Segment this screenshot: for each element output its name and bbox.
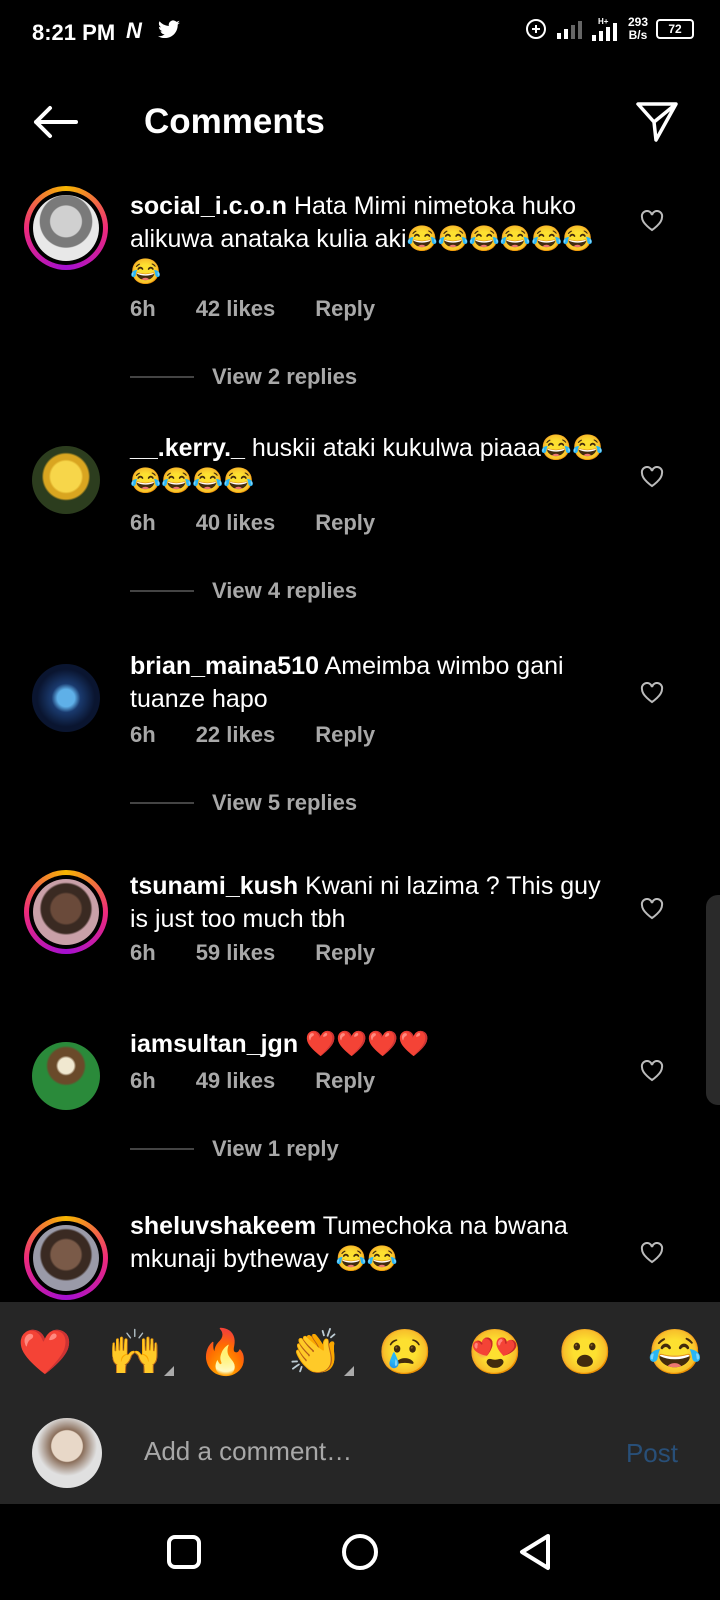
- home-circle-icon[interactable]: [340, 1532, 380, 1572]
- heart-outline-icon[interactable]: [640, 1060, 664, 1082]
- system-nav-bar: [0, 1504, 720, 1600]
- netflix-icon: N: [126, 18, 142, 43]
- comment-text: brian_maina510 Ameimba wimbo gani tuanze…: [130, 650, 620, 716]
- view-replies-label: View 1 reply: [212, 1136, 339, 1161]
- heart-outline-icon[interactable]: [640, 210, 664, 232]
- status-bar: 8:21 PM N H+ 293 B/s 72: [0, 0, 720, 64]
- avatar[interactable]: [24, 1216, 108, 1300]
- reaction-heart[interactable]: ❤️: [18, 1326, 73, 1378]
- username[interactable]: tsunami_kush: [130, 872, 298, 900]
- username[interactable]: __.kerry._: [130, 434, 245, 462]
- recents-square-icon[interactable]: [166, 1534, 202, 1570]
- timestamp: 6h: [130, 940, 156, 965]
- view-replies-button[interactable]: View 4 replies: [130, 578, 357, 604]
- comment-meta: 6h 42 likes Reply: [130, 296, 375, 322]
- username[interactable]: iamsultan_jgn: [130, 1030, 298, 1058]
- heart-outline-icon[interactable]: [640, 898, 664, 920]
- reply-button[interactable]: Reply: [315, 722, 375, 748]
- divider: [130, 1148, 194, 1150]
- view-replies-label: View 4 replies: [212, 578, 358, 603]
- username[interactable]: social_i.c.o.n: [130, 192, 287, 220]
- view-replies-button[interactable]: View 2 replies: [130, 364, 357, 390]
- twitter-icon: [158, 20, 180, 39]
- signal-icon: [556, 21, 582, 39]
- divider: [130, 376, 194, 378]
- avatar[interactable]: [24, 1034, 108, 1118]
- view-replies-label: View 5 replies: [212, 790, 358, 815]
- like-count[interactable]: 49 likes: [196, 1068, 276, 1094]
- like-count[interactable]: 40 likes: [196, 510, 276, 536]
- comment-meta: 6h 22 likes Reply: [130, 722, 375, 748]
- username[interactable]: brian_maina510: [130, 652, 319, 680]
- emoji-reaction-bar: ❤️ 🙌 🔥 👏 😢 😍 😮 😂: [0, 1302, 720, 1402]
- avatar: [32, 1418, 102, 1488]
- heart-outline-icon[interactable]: [640, 466, 664, 488]
- like-count[interactable]: 59 likes: [196, 940, 276, 966]
- reaction-clap[interactable]: 👏: [288, 1326, 355, 1378]
- divider: [130, 590, 194, 592]
- comment-meta: 6h 40 likes Reply: [130, 510, 375, 536]
- page-title: Comments: [144, 102, 325, 141]
- comment-meta: 6h 59 likes Reply: [130, 940, 375, 966]
- status-icons: H+ 293 B/s 72: [524, 16, 694, 42]
- reaction-raising-hands[interactable]: 🙌: [108, 1326, 175, 1378]
- battery-icon: 72: [656, 19, 694, 39]
- reply-button[interactable]: Reply: [315, 940, 375, 966]
- avatar[interactable]: [24, 656, 108, 740]
- post-button[interactable]: Post: [626, 1438, 678, 1469]
- clock: 8:21 PM: [32, 20, 116, 45]
- like-count[interactable]: 22 likes: [196, 722, 276, 748]
- arrow-left-icon[interactable]: [30, 102, 80, 142]
- timestamp: 6h: [130, 296, 156, 321]
- avatar[interactable]: [24, 186, 108, 270]
- paper-plane-icon[interactable]: [634, 98, 680, 144]
- view-replies-button[interactable]: View 1 reply: [130, 1136, 339, 1162]
- back-triangle-icon[interactable]: [516, 1532, 556, 1572]
- comment-text: __.kerry._ huskii ataki kukulwa piaaa😂😂😂…: [130, 432, 620, 498]
- view-replies-label: View 2 replies: [212, 364, 358, 389]
- view-replies-button[interactable]: View 5 replies: [130, 790, 357, 816]
- heart-outline-icon[interactable]: [640, 1242, 664, 1264]
- comment-text: social_i.c.o.n Hata Mimi nimetoka huko a…: [130, 190, 620, 289]
- svg-text:H+: H+: [598, 17, 609, 26]
- reaction-surprised[interactable]: 😮: [558, 1326, 613, 1378]
- reaction-heart-eyes[interactable]: 😍: [468, 1326, 523, 1378]
- data-saver-icon: [525, 19, 546, 39]
- timestamp: 6h: [130, 1068, 156, 1093]
- reply-button[interactable]: Reply: [315, 296, 375, 322]
- comment-composer: Add a comment… Post: [0, 1402, 720, 1504]
- like-count[interactable]: 42 likes: [196, 296, 276, 322]
- comment-text: iamsultan_jgn ❤️❤️❤️❤️: [130, 1028, 620, 1061]
- comment-meta: 6h 49 likes Reply: [130, 1068, 375, 1094]
- signal-hplus-icon: H+: [591, 17, 617, 41]
- avatar[interactable]: [24, 438, 108, 522]
- reaction-fire[interactable]: 🔥: [198, 1326, 253, 1378]
- divider: [130, 802, 194, 804]
- heart-outline-icon[interactable]: [640, 682, 664, 704]
- avatar[interactable]: [24, 870, 108, 954]
- comment-text: sheluvshakeem Tumechoka na bwana mkunaji…: [130, 1210, 620, 1276]
- comments-header: Comments: [0, 88, 720, 158]
- network-speed: 293 B/s: [627, 15, 648, 42]
- comment-input[interactable]: Add a comment…: [144, 1436, 352, 1467]
- scrollbar[interactable]: [706, 895, 720, 1105]
- reaction-laughing[interactable]: 😂: [648, 1326, 703, 1378]
- reply-button[interactable]: Reply: [315, 510, 375, 536]
- reply-button[interactable]: Reply: [315, 1068, 375, 1094]
- timestamp: 6h: [130, 722, 156, 747]
- username[interactable]: sheluvshakeem: [130, 1212, 316, 1240]
- comment-body: ❤️❤️❤️❤️: [305, 1030, 430, 1058]
- reaction-crying[interactable]: 😢: [378, 1326, 433, 1378]
- comment-text: tsunami_kush Kwani ni lazima ? This guy …: [130, 870, 620, 936]
- timestamp: 6h: [130, 510, 156, 535]
